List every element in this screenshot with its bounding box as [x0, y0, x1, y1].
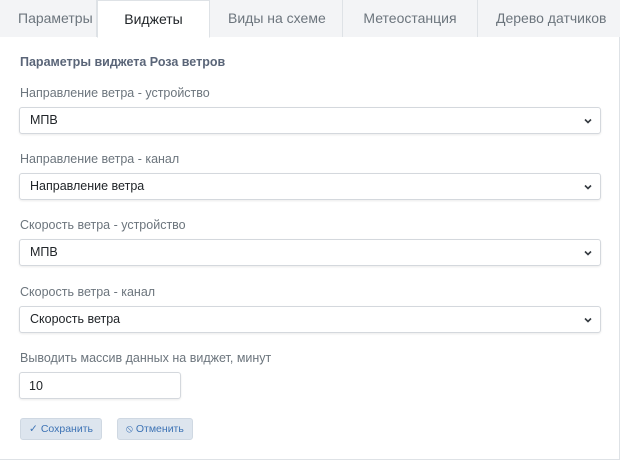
wind-direction-device-select[interactable]: МПВ: [19, 107, 601, 134]
wind-speed-device-select[interactable]: МПВ: [19, 239, 601, 266]
wind-speed-device-value: МПВ: [30, 245, 58, 259]
section-title: Параметры виджета Роза ветров: [20, 55, 226, 69]
wind-direction-device-value: МПВ: [30, 113, 58, 127]
wind-speed-channel-value: Скорость ветра: [30, 312, 121, 326]
chevron-down-icon: [584, 118, 592, 124]
cancel-button[interactable]: ⦸ Отменить: [117, 418, 193, 440]
data-minutes-input[interactable]: [19, 372, 181, 399]
cancel-button-label: Отменить: [135, 423, 184, 435]
ban-icon: ⦸: [126, 423, 133, 435]
tab-parameters[interactable]: Параметры: [0, 0, 97, 37]
wind-direction-channel-select[interactable]: Направление ветра: [19, 173, 601, 200]
data-minutes-label: Выводить массив данных на виджет, минут: [20, 351, 272, 365]
tab-sensor-tree[interactable]: Дерево датчиков: [478, 0, 620, 37]
chevron-down-icon: [584, 317, 592, 323]
tab-scheme-views[interactable]: Виды на схеме: [210, 0, 343, 37]
wind-speed-device-label: Скорость ветра - устройство: [20, 218, 186, 232]
chevron-down-icon: [584, 184, 592, 190]
tab-bar: Параметры Виджеты Виды на схеме Метеоста…: [0, 0, 620, 38]
wind-speed-channel-select[interactable]: Скорость ветра: [19, 306, 601, 333]
tab-weather-station[interactable]: Метеостанция: [343, 0, 478, 37]
wind-speed-channel-label: Скорость ветра - канал: [20, 285, 156, 299]
wind-direction-channel-label: Направление ветра - канал: [20, 152, 180, 166]
save-button[interactable]: ✓ Сохранить: [20, 418, 102, 440]
wind-direction-device-label: Направление ветра - устройство: [20, 86, 210, 100]
wind-direction-channel-value: Направление ветра: [30, 179, 145, 193]
widget-settings-panel: Параметры виджета Роза ветров Направлени…: [0, 37, 620, 460]
save-button-label: Сохранить: [40, 423, 93, 435]
tab-widgets[interactable]: Виджеты: [97, 0, 210, 38]
chevron-down-icon: [584, 250, 592, 256]
check-icon: ✓: [29, 423, 38, 435]
